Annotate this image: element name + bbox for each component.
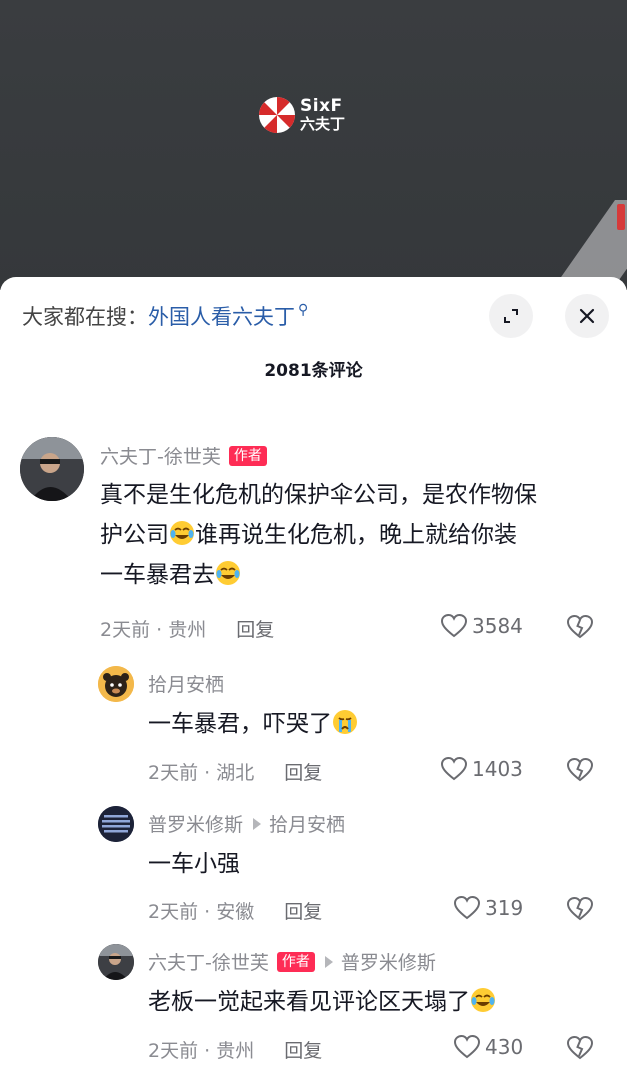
like-count: 3584 [472, 614, 523, 638]
comment-time-location: 2天前 · 贵州 [100, 619, 207, 641]
search-suggestion[interactable]: 大家都在搜： 外国人看六夫丁 ⚲ [22, 301, 308, 331]
comment-sheet: 大家都在搜： 外国人看六夫丁 ⚲ 2081条评论 六夫丁-徐世芙 作者 真不是生… [0, 277, 627, 1066]
reply-to-name[interactable]: 普罗米修斯 [341, 948, 436, 975]
like-button[interactable]: 1403 [440, 756, 523, 782]
dislike-button[interactable] [566, 757, 594, 787]
broken-heart-icon [566, 1035, 594, 1060]
umbrella-logo-icon [259, 97, 295, 133]
comment-text: 一车小强 [148, 851, 240, 877]
comment-text: 真不是生化危机的保护伞公司，是农作物保 护公司 谁再说生化危机，晚上就给你装 一车… [100, 482, 537, 588]
reply-arrow-icon [324, 955, 333, 968]
dislike-button[interactable] [566, 896, 594, 926]
comment-text: 一车暴君，吓哭了 [148, 704, 358, 744]
comment-author-name[interactable]: 普罗米修斯 [148, 810, 243, 837]
comment-count: 2081条评论 [264, 361, 363, 381]
like-button[interactable]: 319 [453, 895, 523, 921]
heart-icon [440, 756, 468, 781]
broken-heart-icon [566, 757, 594, 782]
like-count: 319 [485, 896, 524, 920]
reply-button[interactable]: 回复 [236, 615, 274, 642]
logo-text-latin: SixF [300, 96, 343, 116]
like-count: 1403 [472, 757, 523, 781]
close-icon [579, 308, 595, 324]
video-player[interactable]: SixF 六夫丁 [0, 0, 627, 290]
comment-time-location: 2天前 · 贵州 [148, 1040, 255, 1062]
sixf-logo: SixF 六夫丁 [258, 96, 345, 134]
broken-heart-icon [566, 614, 594, 639]
expand-icon [504, 309, 518, 323]
comment-author-name[interactable]: 六夫丁-徐世芙 [148, 948, 269, 975]
like-count: 430 [485, 1035, 524, 1059]
comment-author-name[interactable]: 六夫丁-徐世芙 [100, 442, 221, 469]
like-button[interactable]: 3584 [440, 613, 523, 639]
avatar[interactable] [98, 806, 134, 842]
comment-time-location: 2天前 · 安徽 [148, 901, 255, 923]
reply-to-name[interactable]: 拾月安栖 [269, 810, 345, 837]
close-button[interactable] [565, 294, 609, 338]
crying-laughing-emoji-icon [216, 561, 240, 585]
broken-heart-icon [566, 896, 594, 921]
like-button[interactable]: 430 [453, 1034, 523, 1060]
heart-icon [453, 1034, 481, 1059]
comment-time-location: 2天前 · 湖北 [148, 762, 255, 784]
avatar[interactable] [98, 944, 134, 980]
comment-author-name[interactable]: 拾月安栖 [148, 670, 224, 697]
author-badge: 作者 [276, 951, 315, 972]
heart-icon [453, 895, 481, 920]
dislike-button[interactable] [566, 614, 594, 644]
avatar[interactable] [98, 666, 134, 702]
search-prefix: 大家都在搜： [22, 305, 148, 329]
reply-button[interactable]: 回复 [284, 897, 322, 924]
search-icon: ⚲ [298, 302, 309, 318]
crying-laughing-emoji-icon [170, 521, 194, 545]
reply-button[interactable]: 回复 [284, 1036, 322, 1063]
author-badge: 作者 [228, 445, 267, 466]
reply-arrow-icon [253, 817, 262, 830]
dislike-button[interactable] [566, 1035, 594, 1065]
heart-icon [440, 613, 468, 638]
reply-button[interactable]: 回复 [284, 758, 322, 785]
logo-text-chinese: 六夫丁 [300, 115, 346, 133]
expand-button[interactable] [489, 294, 533, 338]
crying-emoji-icon [333, 710, 357, 734]
avatar[interactable] [20, 437, 84, 501]
video-background-accent [617, 204, 625, 230]
crying-laughing-emoji-icon [471, 988, 495, 1012]
comment-text: 老板一觉起来看见评论区天塌了 [148, 982, 496, 1022]
search-query-link[interactable]: 外国人看六夫丁 [148, 301, 295, 331]
